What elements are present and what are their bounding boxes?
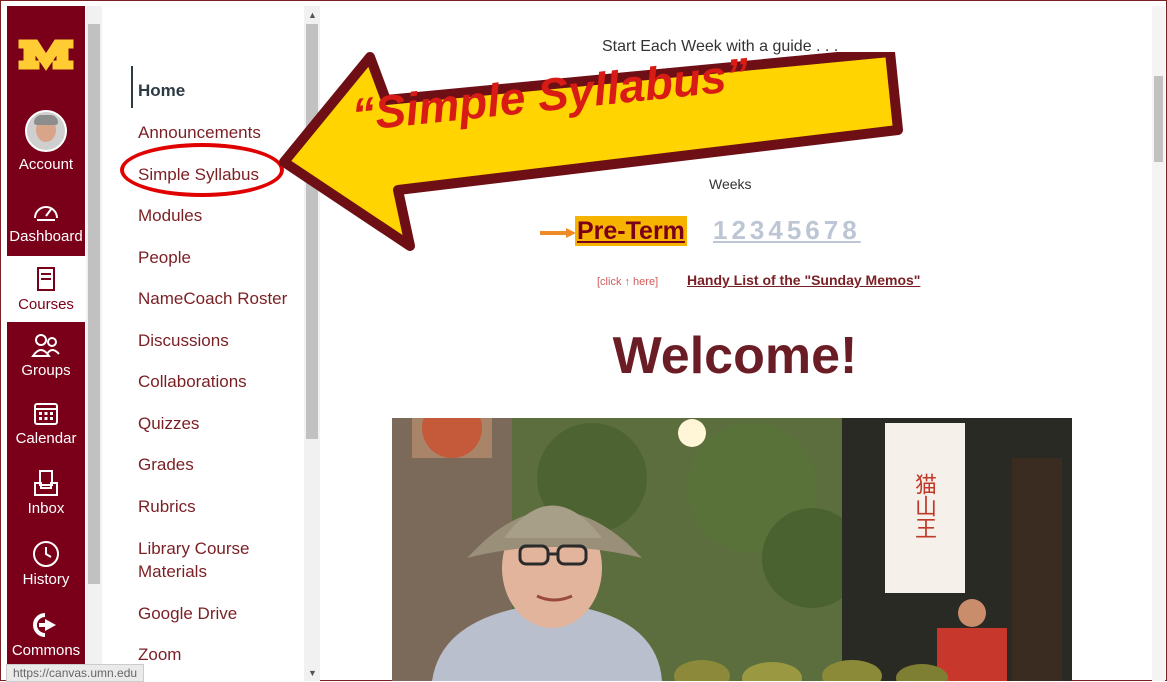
course-nav-grades[interactable]: Grades	[138, 453, 194, 476]
avatar	[25, 110, 67, 152]
page-scrollbar[interactable]	[1152, 6, 1165, 681]
nav-account-label: Account	[18, 156, 74, 173]
course-nav-quizzes[interactable]: Quizzes	[138, 412, 199, 435]
nav-commons-label: Commons	[11, 642, 81, 659]
click-here-hint: [click ↑ here]	[597, 276, 659, 288]
photo-sign-text: 猫山王	[912, 473, 937, 539]
active-indicator	[131, 66, 133, 108]
history-icon	[33, 541, 59, 567]
nav-courses[interactable]: Courses	[7, 256, 85, 322]
nav-groups[interactable]: Groups	[7, 330, 85, 379]
course-nav-collaborations[interactable]: Collaborations	[138, 370, 247, 393]
course-nav-zoom[interactable]: Zoom	[138, 643, 181, 666]
commons-icon	[33, 613, 56, 637]
nav-courses-label: Courses	[18, 296, 74, 313]
groups-icon	[31, 334, 60, 357]
nav-dashboard-label: Dashboard	[9, 228, 83, 245]
nav-inbox-label: Inbox	[27, 500, 65, 517]
university-logo[interactable]	[17, 34, 75, 74]
course-nav-modules[interactable]: Modules	[138, 204, 202, 227]
sunday-memos-link[interactable]: Handy List of the "Sunday Memos"	[687, 272, 920, 288]
course-nav-google-drive[interactable]: Google Drive	[138, 602, 237, 625]
global-nav: Account Dashboard Courses Groups Calenda…	[7, 6, 85, 681]
nav-inbox[interactable]: Inbox	[7, 468, 85, 517]
nav-dashboard[interactable]: Dashboard	[7, 196, 85, 245]
dashboard-icon	[34, 206, 58, 221]
calendar-icon	[34, 403, 58, 425]
course-nav-discussions[interactable]: Discussions	[138, 329, 229, 352]
course-nav-people[interactable]: People	[138, 246, 191, 269]
scrollbar-thumb[interactable]	[88, 24, 100, 584]
course-nav: Home Announcements Simple Syllabus Modul…	[104, 6, 304, 681]
scrollbar-thumb[interactable]	[1154, 76, 1163, 162]
nav-history-label: History	[22, 571, 70, 588]
status-bar-url: https://canvas.umn.edu	[6, 664, 145, 682]
welcome-heading: Welcome!	[612, 327, 858, 385]
course-nav-library-course-materials[interactable]: Library Course Materials	[138, 537, 268, 583]
courses-icon	[37, 267, 55, 291]
scroll-down-icon[interactable]: ▼	[308, 668, 317, 678]
nav-groups-label: Groups	[21, 362, 71, 379]
inbox-icon	[34, 470, 58, 496]
global-nav-scrollbar[interactable]	[86, 6, 102, 681]
course-nav-announcements[interactable]: Announcements	[138, 121, 261, 144]
scroll-up-icon[interactable]: ▲	[308, 10, 317, 20]
welcome-photo: 猫山王	[392, 418, 1072, 681]
nav-calendar[interactable]: Calendar	[7, 398, 85, 447]
nav-account[interactable]: Account	[7, 110, 85, 173]
course-nav-home[interactable]: Home	[138, 79, 185, 102]
photo-scene	[392, 418, 1072, 681]
course-nav-namecoach-roster[interactable]: NameCoach Roster	[138, 287, 287, 310]
course-nav-rubrics[interactable]: Rubrics	[138, 495, 196, 518]
nav-calendar-label: Calendar	[15, 430, 77, 447]
nav-history[interactable]: History	[7, 539, 85, 588]
highlight-circle	[120, 143, 284, 197]
nav-commons[interactable]: Commons	[7, 610, 85, 659]
